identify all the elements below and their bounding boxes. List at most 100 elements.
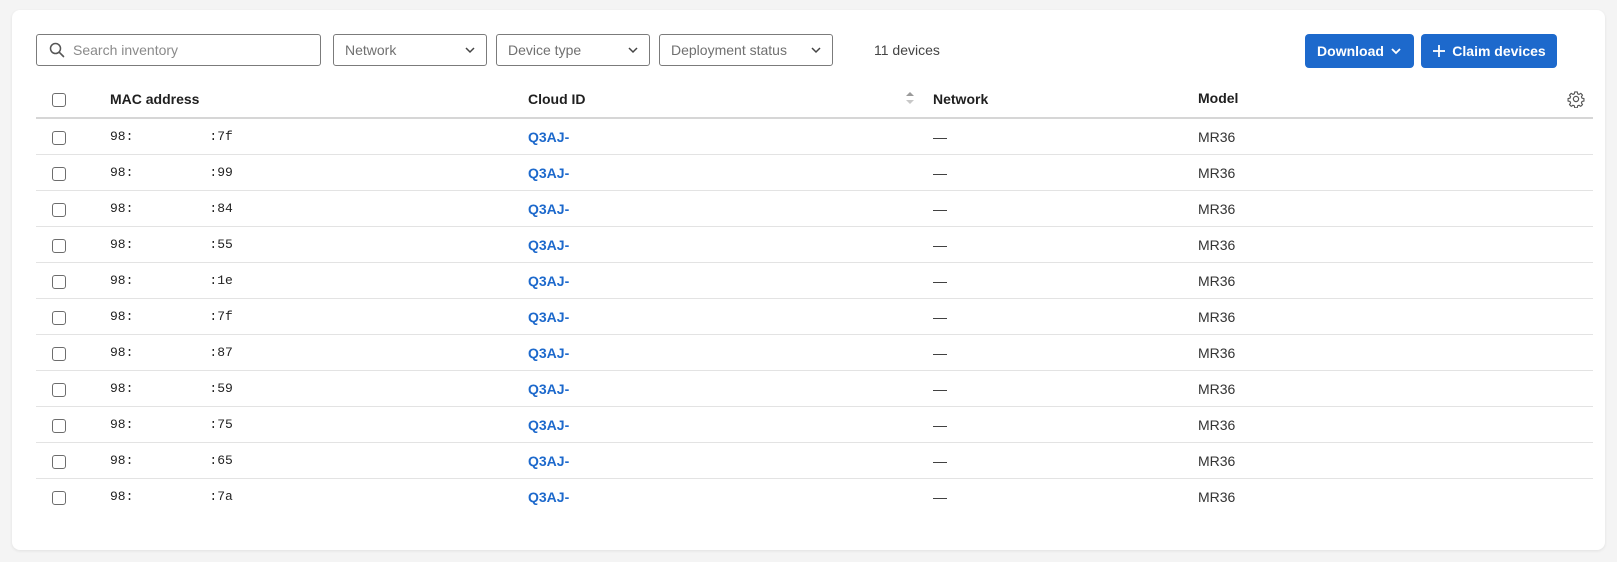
cloud-id-link[interactable]: Q3AJ- (528, 453, 569, 469)
select-all-checkbox[interactable] (52, 93, 66, 108)
cloud-id-link[interactable]: Q3AJ- (528, 273, 569, 289)
cloud-id-cell: Q3AJ- (528, 118, 933, 155)
table-row[interactable]: 98: :99 Q3AJ- — MR36 (36, 154, 1593, 191)
mac-suffix: :99 (209, 165, 233, 180)
table-row[interactable]: 98::65 Q3AJ- — MR36 (36, 442, 1593, 479)
mac-prefix: 98: (110, 381, 134, 396)
model-cell: MR36 (1198, 406, 1593, 443)
table-row[interactable]: 98::7f Q3AJ- — MR36 (36, 298, 1593, 335)
mac-cell: 98::55 (110, 226, 528, 263)
row-select-cell (36, 479, 110, 515)
mac-prefix: 98: (110, 345, 134, 360)
table-row[interactable]: 98::7f Q3AJ- — MR36 (36, 118, 1593, 155)
cloud-id-link[interactable]: Q3AJ- (528, 129, 569, 145)
network-cell: — (933, 442, 1198, 479)
row-checkbox[interactable] (52, 238, 66, 253)
table-row[interactable]: 98::84 Q3AJ- — MR36 (36, 190, 1593, 227)
mac-cell: 98: :7f (110, 298, 528, 335)
row-select-cell (36, 442, 110, 479)
mac-prefix: 98: (110, 417, 134, 432)
search-icon (49, 42, 65, 58)
model-cell: MR36 (1198, 370, 1593, 407)
cloud-id-link[interactable]: Q3AJ- (528, 381, 569, 397)
cloud-id-cell: Q3AJ- (528, 190, 933, 227)
row-select-cell (36, 334, 110, 371)
network-filter[interactable]: Network (333, 34, 487, 66)
model-cell: MR36 (1198, 442, 1593, 479)
mac-prefix: 98: (110, 201, 134, 216)
network-filter-label: Network (345, 42, 397, 58)
cloud-id-cell: Q3AJ- (528, 479, 933, 515)
row-checkbox[interactable] (52, 310, 66, 325)
device-count: 11 devices (874, 42, 940, 58)
cloud-id-link[interactable]: Q3AJ- (528, 345, 569, 361)
model-cell: MR36 (1198, 226, 1593, 263)
network-cell: — (933, 406, 1198, 443)
mac-prefix: 98: (110, 165, 134, 180)
model-cell: MR36 (1198, 118, 1593, 155)
mac-cell: 98: :59 (110, 370, 528, 407)
network-cell: — (933, 298, 1198, 335)
model-cell: MR36 (1198, 154, 1593, 191)
mac-suffix: :1e (209, 273, 233, 288)
download-button[interactable]: Download (1305, 34, 1414, 68)
model-cell: MR36 (1198, 488, 1236, 505)
cloud-id-cell: Q3AJ- (528, 298, 933, 335)
model-header[interactable]: Model (1198, 81, 1593, 119)
row-checkbox[interactable] (52, 382, 66, 397)
mac-cell: 98: :84 (110, 190, 528, 227)
cloud-id-link[interactable]: Q3AJ- (528, 489, 569, 505)
network-cell: — (933, 262, 1198, 299)
network-header[interactable]: Network (933, 81, 1198, 119)
row-checkbox[interactable] (52, 490, 66, 505)
cloud-id-cell: Q3AJ- (528, 154, 933, 191)
table-row[interactable]: 98::1e Q3AJ- — MR36 (36, 262, 1593, 299)
row-checkbox[interactable] (52, 418, 66, 433)
mac-suffix: :65 (209, 453, 233, 468)
table-row[interactable]: 98::55 Q3AJ- — MR36 (36, 226, 1593, 263)
mac-suffix: :84 (209, 201, 233, 216)
mac-suffix: :7f (209, 129, 233, 144)
network-cell: — (933, 334, 1198, 371)
search-box[interactable] (36, 34, 321, 66)
cloud-id-link[interactable]: Q3AJ- (528, 201, 569, 217)
device-type-filter-label: Device type (508, 42, 582, 58)
table-row[interactable]: 98::7a Q3AJ- — MR36 (36, 479, 1593, 515)
cloud-id-link[interactable]: Q3AJ- (528, 165, 569, 181)
mac-suffix: :55 (209, 237, 233, 252)
search-input[interactable] (71, 41, 295, 59)
model-cell: MR36 (1198, 262, 1593, 299)
cloud-id-link[interactable]: Q3AJ- (528, 309, 569, 325)
device-type-filter[interactable]: Device type (496, 34, 650, 66)
network-cell: — (933, 154, 1198, 191)
cloud-id-link[interactable]: Q3AJ- (528, 237, 569, 253)
row-checkbox[interactable] (52, 166, 66, 181)
table-row[interactable]: 98::59 Q3AJ- — MR36 (36, 370, 1593, 407)
table-row[interactable]: 98::87 Q3AJ- — MR36 (36, 334, 1593, 371)
cloud-id-header[interactable]: Cloud ID (528, 81, 933, 119)
gear-icon[interactable] (1567, 90, 1585, 108)
row-select-cell (36, 226, 110, 263)
row-select-cell (36, 262, 110, 299)
row-checkbox[interactable] (52, 130, 66, 145)
mac-address-header[interactable]: MAC address (110, 81, 528, 119)
row-select-cell (36, 190, 110, 227)
mac-suffix: :59 (209, 381, 233, 396)
row-checkbox[interactable] (52, 202, 66, 217)
mac-prefix: 98: (110, 309, 134, 324)
claim-devices-button[interactable]: Claim devices (1421, 34, 1557, 68)
row-select-cell (36, 298, 110, 335)
network-cell: — (933, 226, 1198, 263)
inventory-card: Network Device type Deployment status 11… (12, 10, 1605, 550)
deployment-status-filter-label: Deployment status (671, 42, 787, 58)
cloud-id-link[interactable]: Q3AJ- (528, 417, 569, 433)
row-checkbox[interactable] (52, 346, 66, 361)
mac-cell: 98::7a (110, 479, 528, 515)
mac-suffix: :7f (209, 309, 233, 324)
table-row[interactable]: 98::75 Q3AJ- — MR36 (36, 406, 1593, 443)
row-checkbox[interactable] (52, 454, 66, 469)
sort-icon[interactable] (905, 91, 915, 105)
row-checkbox[interactable] (52, 274, 66, 289)
deployment-status-filter[interactable]: Deployment status (659, 34, 833, 66)
claim-devices-button-label: Claim devices (1452, 43, 1546, 59)
